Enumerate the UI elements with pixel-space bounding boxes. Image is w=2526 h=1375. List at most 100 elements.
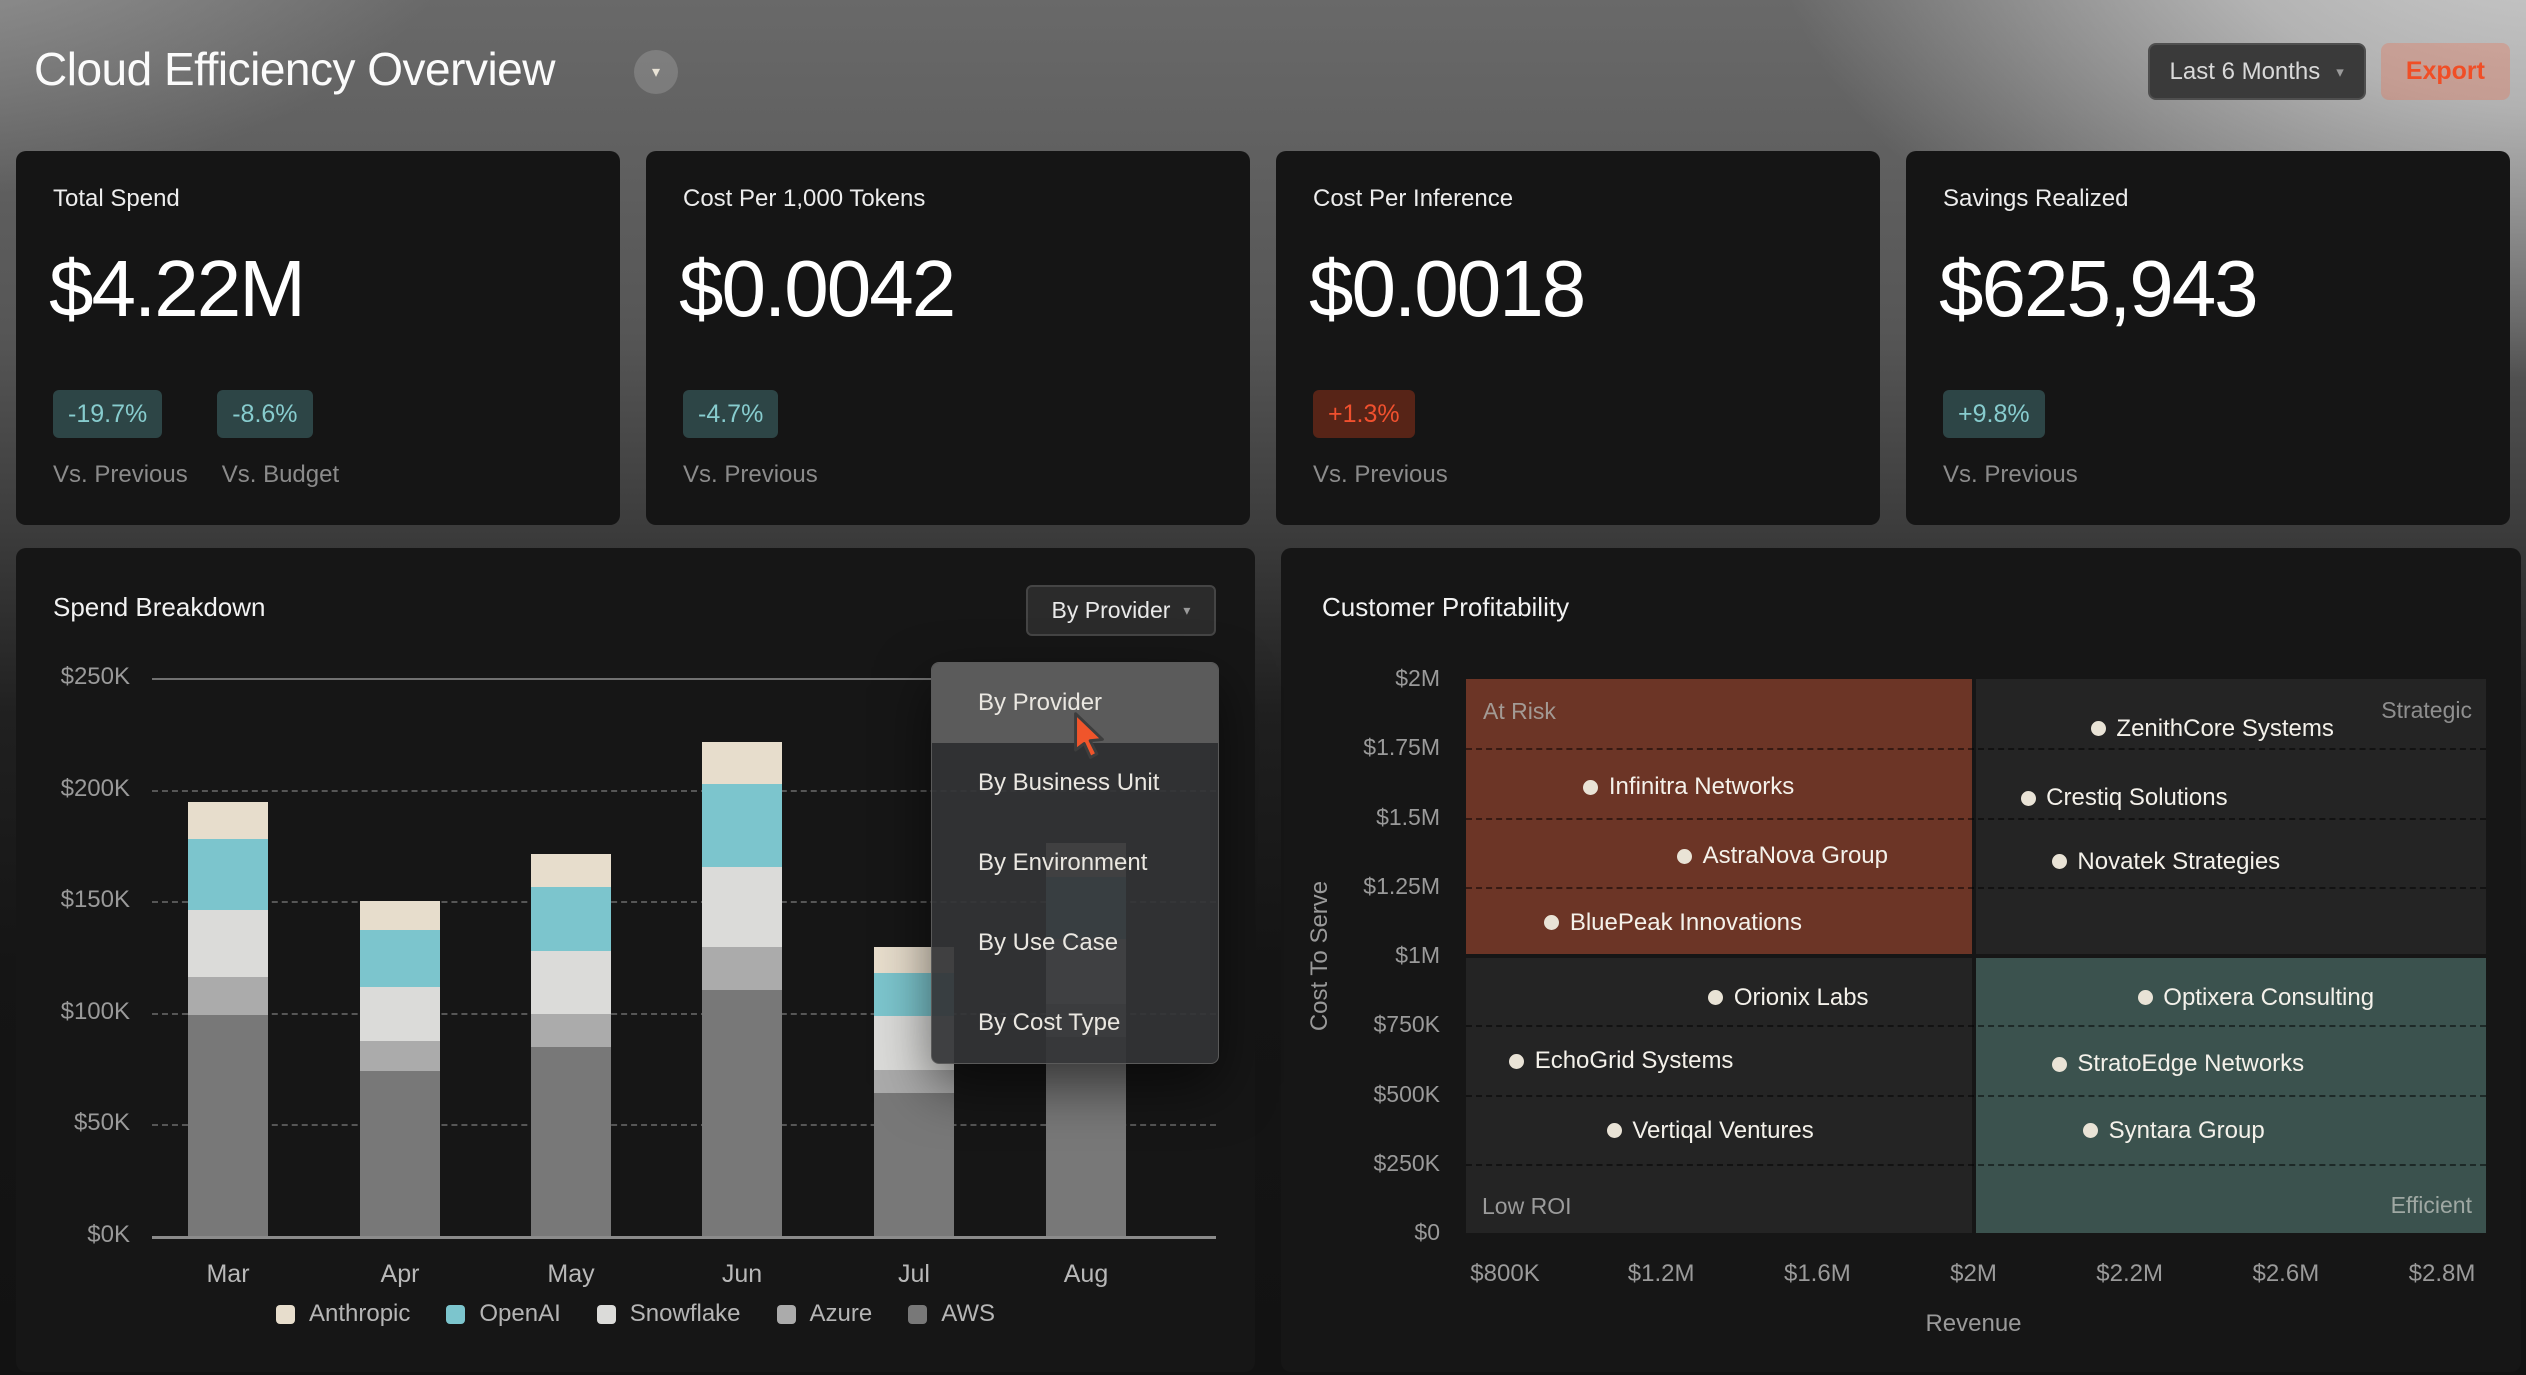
kpi-sublabel-row: Vs. Previous xyxy=(683,461,818,489)
x-axis-tick-label: $2.2M xyxy=(2096,1260,2163,1288)
kpi-card-cost-per-1000-tokens: Cost Per 1,000 Tokens $0.0042 -4.7% Vs. … xyxy=(646,151,1250,525)
spend-breakdown-legend: AnthropicOpenAISnowflakeAzureAWS xyxy=(16,1300,1255,1328)
bar-segment-snowflake xyxy=(360,987,440,1041)
kpi-value: $625,943 xyxy=(1939,249,2257,329)
x-axis-tick-label: $1.6M xyxy=(1784,1260,1851,1288)
scatter-point-label: Syntara Group xyxy=(2109,1117,2265,1145)
kpi-sublabel-row: Vs. Previous Vs. Budget xyxy=(53,461,339,489)
x-axis-tick-label: $2.6M xyxy=(2252,1260,2319,1288)
kpi-value: $0.0018 xyxy=(1309,249,1584,329)
bar-segment-openai xyxy=(531,887,611,952)
scatter-point-label: BluePeak Innovations xyxy=(1570,909,1802,937)
y-axis-tick-label: $0 xyxy=(1281,1219,1440,1246)
page-header: Cloud Efficiency Overview ▾ Last 6 Month… xyxy=(0,0,2526,150)
legend-label: OpenAI xyxy=(479,1300,560,1328)
x-axis-tick-label: $800K xyxy=(1470,1260,1539,1288)
menu-item-by-environment[interactable]: By Environment xyxy=(932,823,1218,903)
x-axis-tick-label: $1.2M xyxy=(1628,1260,1695,1288)
title-menu-button[interactable]: ▾ xyxy=(634,50,678,94)
legend-label: Anthropic xyxy=(309,1300,410,1328)
y-axis-tick-label: $750K xyxy=(1281,1011,1440,1038)
gridline xyxy=(152,1236,1216,1239)
bar-segment-snowflake xyxy=(531,951,611,1013)
bar-segment-openai xyxy=(188,839,268,910)
header-actions: Last 6 Months ▾ Export xyxy=(2148,43,2510,100)
x-axis-tick-label: Apr xyxy=(381,1260,420,1289)
bar-segment-aws xyxy=(874,1093,954,1236)
legend-item: OpenAI xyxy=(446,1300,560,1328)
bar-segment-anthropic xyxy=(188,802,268,839)
x-axis-tick-label: $2M xyxy=(1950,1260,1997,1288)
scatter-point-label: EchoGrid Systems xyxy=(1535,1047,1734,1075)
legend-swatch xyxy=(908,1305,927,1324)
scatter-point-label: Infinitra Networks xyxy=(1609,773,1794,801)
y-axis-tick-label: $1M xyxy=(1281,942,1440,969)
kpi-delta-badge: -19.7% xyxy=(53,390,162,438)
kpi-label: Savings Realized xyxy=(1943,185,2128,213)
x-axis-tick-label: Jun xyxy=(722,1260,762,1289)
customer-profitability-chart: $2M$1.75M$1.5M$1.25M$1M$750K$500K$250K$0… xyxy=(1281,548,2521,1372)
x-axis-tick-label: May xyxy=(547,1260,594,1289)
bar-segment-anthropic xyxy=(702,742,782,784)
kpi-badge-row: -19.7% -8.6% xyxy=(53,390,313,438)
gridline xyxy=(1466,1164,2486,1166)
legend-swatch xyxy=(276,1305,295,1324)
y-axis-tick-label: $0K xyxy=(16,1221,130,1249)
scatter-point xyxy=(2052,1057,2067,1072)
y-axis-title: Cost To Serve xyxy=(1306,881,1334,1031)
gridline xyxy=(1466,818,2486,820)
kpi-sublabel-row: Vs. Previous xyxy=(1943,461,2078,489)
bar-segment-snowflake xyxy=(188,910,268,977)
kpi-sublabel: Vs. Previous xyxy=(683,461,818,489)
kpi-delta-badge: +9.8% xyxy=(1943,390,2045,438)
customer-profitability-panel: Customer Profitability $2M$1.75M$1.5M$1.… xyxy=(1281,548,2521,1372)
x-axis-tick-label: Aug xyxy=(1064,1260,1108,1289)
scatter-point-label: Vertiqal Ventures xyxy=(1632,1117,1813,1145)
y-axis-tick-label: $2M xyxy=(1281,665,1440,692)
kpi-label: Total Spend xyxy=(53,185,180,213)
bar-segment-anthropic xyxy=(360,901,440,930)
export-button[interactable]: Export xyxy=(2381,43,2510,100)
time-range-value: Last 6 Months xyxy=(2170,58,2321,86)
bar-segment-azure xyxy=(702,947,782,991)
kpi-sublabel: Vs. Previous xyxy=(1943,461,2078,489)
kpi-delta-badge: -4.7% xyxy=(683,390,778,438)
dashboard-root: Cloud Efficiency Overview ▾ Last 6 Month… xyxy=(0,0,2526,1375)
legend-item: Azure xyxy=(777,1300,873,1328)
bar-segment-openai xyxy=(360,930,440,987)
chevron-down-icon: ▾ xyxy=(2336,63,2344,81)
scatter-point xyxy=(1607,1123,1622,1138)
x-axis-title: Revenue xyxy=(1925,1310,2021,1338)
kpi-delta-badge: +1.3% xyxy=(1313,390,1415,438)
bar-segment-aws xyxy=(531,1047,611,1236)
kpi-sublabel: Vs. Previous xyxy=(1313,461,1448,489)
kpi-delta-badge: -8.6% xyxy=(217,390,312,438)
y-axis-tick-label: $1.75M xyxy=(1281,734,1440,761)
bar-segment-anthropic xyxy=(531,854,611,886)
time-range-select[interactable]: Last 6 Months ▾ xyxy=(2148,43,2366,100)
x-axis-tick-label: Mar xyxy=(206,1260,249,1289)
scatter-point-label: Orionix Labs xyxy=(1734,984,1869,1012)
spend-breakdown-panel: Spend Breakdown By Provider ▾ $250K$200K… xyxy=(16,548,1255,1372)
legend-swatch xyxy=(777,1305,796,1324)
kpi-card-total-spend: Total Spend $4.22M -19.7% -8.6% Vs. Prev… xyxy=(16,151,620,525)
y-axis-tick-label: $1.5M xyxy=(1281,804,1440,831)
legend-label: Snowflake xyxy=(630,1300,741,1328)
y-axis-tick-label: $1.25M xyxy=(1281,873,1440,900)
scatter-point-label: StratoEdge Networks xyxy=(2077,1050,2304,1078)
scatter-point xyxy=(1677,849,1692,864)
kpi-sublabel-row: Vs. Previous xyxy=(1313,461,1448,489)
bar-segment-aws xyxy=(360,1071,440,1236)
legend-item: Snowflake xyxy=(597,1300,741,1328)
kpi-label: Cost Per Inference xyxy=(1313,185,1513,213)
legend-item: Anthropic xyxy=(276,1300,410,1328)
kpi-sublabel: Vs. Previous xyxy=(53,461,188,489)
scatter-point xyxy=(1509,1054,1524,1069)
scatter-point-label: ZenithCore Systems xyxy=(2116,715,2333,743)
kpi-value: $0.0042 xyxy=(679,249,954,329)
menu-item-by-cost-type[interactable]: By Cost Type xyxy=(932,983,1218,1063)
kpi-value: $4.22M xyxy=(49,249,304,329)
menu-item-by-use-case[interactable]: By Use Case xyxy=(932,903,1218,983)
y-axis-tick-label: $250K xyxy=(1281,1150,1440,1177)
legend-label: Azure xyxy=(810,1300,873,1328)
